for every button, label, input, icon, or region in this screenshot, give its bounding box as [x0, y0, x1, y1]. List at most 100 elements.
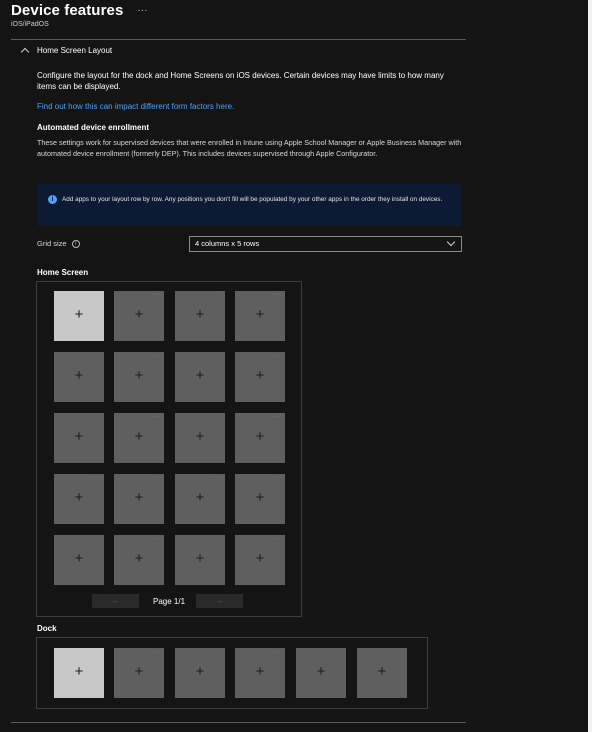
dock-label: Dock [37, 624, 57, 633]
info-icon: i [48, 195, 57, 204]
add-app-icon: + [195, 306, 205, 323]
tile-more-icon: ··· [273, 536, 281, 542]
tile-more-icon: ··· [273, 414, 281, 420]
tile-more-icon: ··· [92, 292, 100, 298]
grid-size-label-text: Grid size [37, 239, 67, 248]
add-app-icon: + [134, 428, 144, 445]
home-screen-slot[interactable]: + ··· [175, 291, 225, 341]
add-app-icon: + [74, 367, 84, 384]
tile-more-icon: ··· [213, 649, 221, 655]
add-app-icon: + [74, 550, 84, 567]
home-screen-layout-toggle[interactable]: Home Screen Layout [20, 46, 112, 57]
home-screen-slot[interactable]: + ··· [175, 352, 225, 402]
add-app-icon: + [195, 663, 205, 680]
tile-more-icon: ··· [152, 292, 160, 298]
dock-slot[interactable]: + ··· [296, 648, 346, 698]
home-screen-slot[interactable]: + ··· [114, 352, 164, 402]
tile-more-icon: ··· [152, 536, 160, 542]
home-screen-slot[interactable]: + ··· [114, 535, 164, 585]
tile-more-icon: ··· [273, 649, 281, 655]
tile-more-icon: ··· [213, 353, 221, 359]
add-app-icon: + [74, 306, 84, 323]
tile-more-icon: ··· [152, 649, 160, 655]
add-app-icon: + [134, 489, 144, 506]
grid-size-dropdown[interactable]: 4 columns x 5 rows [189, 236, 462, 252]
next-page-button[interactable]: → [196, 594, 243, 608]
tile-more-icon: ··· [92, 414, 100, 420]
grid-size-selected-value: 4 columns x 5 rows [195, 239, 260, 248]
dock-slot[interactable]: + ··· [357, 648, 407, 698]
add-app-icon: + [74, 428, 84, 445]
home-screen-slot[interactable]: + ··· [235, 352, 285, 402]
home-screen-slot[interactable]: + ··· [114, 474, 164, 524]
home-screen-slot[interactable]: + ··· [114, 291, 164, 341]
info-banner-text: Add apps to your layout row by row. Any … [62, 196, 443, 203]
tile-more-icon: ··· [213, 536, 221, 542]
add-app-icon: + [134, 306, 144, 323]
dock-slot[interactable]: + ··· [114, 648, 164, 698]
add-app-icon: + [316, 663, 326, 680]
add-app-icon: + [255, 550, 265, 567]
page-edge [588, 0, 592, 732]
tile-more-icon: ··· [273, 475, 281, 481]
tile-more-icon: ··· [273, 353, 281, 359]
home-screen-slot[interactable]: + ··· [54, 352, 104, 402]
tile-more-icon: ··· [92, 353, 100, 359]
section-description: Configure the layout for the dock and Ho… [37, 71, 444, 91]
device-features-page: Device features ··· iOS/iPadOS Home Scre… [0, 0, 592, 732]
tile-more-icon: ··· [273, 292, 281, 298]
add-app-icon: + [134, 367, 144, 384]
dock-slot[interactable]: + ··· [235, 648, 285, 698]
form-factors-link[interactable]: Find out how this can impact different f… [37, 102, 234, 111]
add-app-icon: + [195, 550, 205, 567]
dock-slot[interactable]: + ··· [54, 648, 104, 698]
tile-more-icon: ··· [213, 292, 221, 298]
page-header: Device features ··· iOS/iPadOS [11, 2, 147, 28]
home-screen-slot[interactable]: + ··· [54, 474, 104, 524]
home-screen-slot[interactable]: + ··· [235, 291, 285, 341]
title-row: Device features ··· [11, 2, 147, 19]
home-screen-slot[interactable]: + ··· [54, 413, 104, 463]
info-circle-icon[interactable]: i [71, 239, 80, 248]
home-screen-slot[interactable]: + ··· [235, 474, 285, 524]
ade-description: These settings work for supervised devic… [37, 138, 462, 158]
tile-more-icon: ··· [213, 414, 221, 420]
add-app-icon: + [195, 367, 205, 384]
tile-more-icon: ··· [92, 649, 100, 655]
ade-heading: Automated device enrollment [37, 123, 150, 132]
tile-more-icon: ··· [152, 353, 160, 359]
add-app-icon: + [195, 489, 205, 506]
home-screen-slot[interactable]: + ··· [175, 413, 225, 463]
chevron-down-icon [446, 237, 456, 247]
tile-more-icon: ··· [213, 475, 221, 481]
footer-divider [11, 722, 466, 723]
tile-more-icon: ··· [92, 536, 100, 542]
home-screen-slot[interactable]: + ··· [114, 413, 164, 463]
grid-size-label: Grid size i [37, 239, 80, 248]
add-app-icon: + [255, 428, 265, 445]
home-screen-slot[interactable]: + ··· [235, 413, 285, 463]
add-app-icon: + [255, 663, 265, 680]
more-options-button[interactable]: ··· [137, 5, 147, 16]
page-subtitle: iOS/iPadOS [11, 21, 49, 28]
home-screen-slot[interactable]: + ··· [54, 535, 104, 585]
add-app-icon: + [134, 663, 144, 680]
info-banner: i Add apps to your layout row by row. An… [37, 184, 461, 226]
tile-more-icon: ··· [334, 649, 342, 655]
add-app-icon: + [377, 663, 387, 680]
tile-more-icon: ··· [395, 649, 403, 655]
home-screen-slot[interactable]: + ··· [175, 474, 225, 524]
add-app-icon: + [134, 550, 144, 567]
add-app-icon: + [195, 428, 205, 445]
previous-page-button[interactable]: ← [92, 594, 139, 608]
add-app-icon: + [255, 367, 265, 384]
add-app-icon: + [74, 489, 84, 506]
dock-slot[interactable]: + ··· [175, 648, 225, 698]
add-app-icon: + [255, 306, 265, 323]
home-screen-slot[interactable]: + ··· [175, 535, 225, 585]
home-screen-label: Home Screen [37, 268, 89, 277]
chevron-up-icon [20, 47, 30, 57]
tile-more-icon: ··· [92, 475, 100, 481]
home-screen-slot[interactable]: + ··· [54, 291, 104, 341]
home-screen-slot[interactable]: + ··· [235, 535, 285, 585]
